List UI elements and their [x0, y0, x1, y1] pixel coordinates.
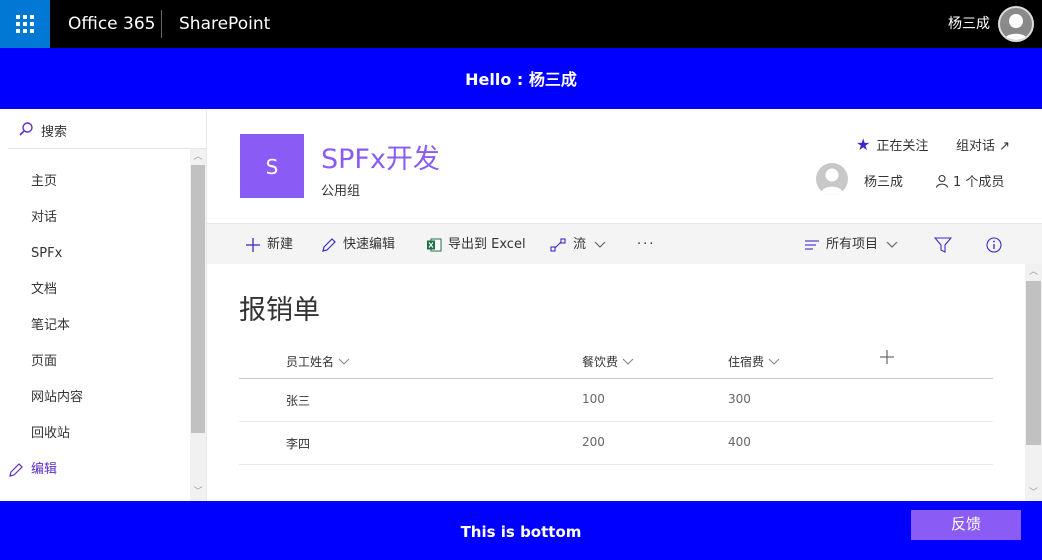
main-scrollbar[interactable]: ︿ ﹀ [1025, 264, 1042, 501]
feedback-button[interactable]: 反馈 [911, 510, 1021, 540]
pencil-icon [322, 237, 336, 252]
flow-icon [550, 237, 566, 252]
table-row[interactable]: 李四 200 400 [239, 422, 993, 465]
info-icon [986, 236, 1002, 253]
nav-edit-link[interactable]: 编辑 [0, 452, 190, 488]
follow-button[interactable]: ★ 正在关注 [856, 135, 928, 154]
bottom-banner: This is bottom 反馈 [0, 501, 1042, 560]
search-icon [19, 122, 33, 136]
new-label: 新建 [267, 237, 294, 252]
column-header-label: 员工姓名 [286, 355, 335, 369]
group-conversations-link[interactable]: 组对话 ↗ [956, 135, 1010, 154]
scroll-down-arrow-icon[interactable]: ﹀ [190, 485, 206, 499]
suite-divider [161, 10, 162, 38]
site-title[interactable]: SPFx开发 [321, 137, 440, 176]
site-logo[interactable]: S [240, 134, 304, 198]
info-button[interactable] [986, 224, 1008, 265]
new-button[interactable]: 新建 [245, 224, 293, 265]
scroll-down-arrow-icon[interactable]: ﹀ [1025, 486, 1042, 500]
member-avatar[interactable] [816, 163, 848, 195]
bottom-text: This is bottom [460, 523, 582, 541]
person-outline-icon [935, 174, 949, 188]
plus-icon [246, 237, 260, 252]
nav-item-pages[interactable]: 页面 [0, 344, 190, 380]
waffle-icon [16, 15, 34, 33]
nav-item-spfx[interactable]: SPFx [0, 236, 190, 272]
column-header-meal-cost[interactable]: 餐饮费 [582, 353, 634, 370]
main-scroll-thumb[interactable] [1026, 281, 1041, 445]
hello-banner: Hello : 杨三成 [0, 48, 1042, 109]
pencil-icon [9, 463, 23, 477]
office-365-link[interactable]: Office 365 [68, 0, 155, 48]
nav-item-home[interactable]: 主页 [0, 164, 190, 200]
sharepoint-link[interactable]: SharePoint [179, 0, 270, 48]
nav-scrollbar[interactable]: ︿ ﹀ [190, 149, 206, 501]
nav-edit-label: 编辑 [31, 462, 58, 477]
follow-label: 正在关注 [876, 139, 929, 154]
star-icon: ★ [856, 135, 871, 154]
nav-scroll-thumb[interactable] [191, 165, 205, 433]
nav-item-notebook[interactable]: 笔记本 [0, 308, 190, 344]
list-view-icon [805, 239, 819, 250]
member-count-button[interactable]: 1 个成员 [935, 171, 1004, 190]
search-box[interactable]: 搜索 [8, 109, 206, 149]
flow-label: 流 [573, 237, 587, 252]
site-subtitle: 公用组 [321, 184, 361, 199]
chevron-down-icon [622, 358, 634, 365]
column-header-label: 餐饮费 [582, 355, 619, 369]
cell-lodging-cost: 400 [728, 435, 751, 449]
column-header-employee-name[interactable]: 员工姓名 [286, 353, 350, 370]
filter-button[interactable] [934, 224, 958, 265]
list-view: 报销单 员工姓名 餐饮费 住宿费 张三 100 300 李四 200 400 [207, 264, 1025, 501]
member-count-label: 1 个成员 [953, 175, 1005, 190]
command-bar: 新建 快速编辑 导出到 Excel 流 ··· 所有项目 [207, 223, 1042, 264]
cell-employee-name[interactable]: 李四 [286, 435, 310, 452]
view-selector[interactable]: 所有项目 [804, 224, 904, 265]
column-header-label: 住宿费 [728, 355, 765, 369]
export-excel-label: 导出到 Excel [448, 237, 526, 252]
column-header-lodging-cost[interactable]: 住宿费 [728, 353, 780, 370]
cell-meal-cost: 100 [582, 392, 605, 406]
chevron-down-icon [768, 358, 780, 365]
user-avatar[interactable] [998, 6, 1034, 42]
app-launcher-button[interactable] [0, 0, 50, 48]
chevron-down-icon [886, 241, 898, 248]
list-header: 员工姓名 餐饮费 住宿费 [239, 350, 993, 379]
filter-icon [934, 236, 952, 253]
member-name[interactable]: 杨三成 [864, 171, 903, 190]
search-label: 搜索 [41, 125, 68, 140]
export-excel-button[interactable]: 导出到 Excel [426, 224, 526, 265]
chevron-down-icon [594, 241, 606, 248]
scroll-up-arrow-icon[interactable]: ︿ [1025, 265, 1042, 279]
suite-bar: Office 365 SharePoint 杨三成 [0, 0, 1042, 48]
list-title[interactable]: 报销单 [239, 288, 320, 327]
nav-item-recycle-bin[interactable]: 回收站 [0, 416, 190, 452]
person-icon [1003, 14, 1029, 40]
table-row[interactable]: 张三 100 300 [239, 379, 993, 422]
chevron-down-icon [338, 358, 350, 365]
person-icon [820, 168, 844, 195]
flow-button[interactable]: 流 [550, 224, 612, 265]
nav-item-conversations[interactable]: 对话 [0, 200, 190, 236]
scroll-up-arrow-icon[interactable]: ︿ [190, 150, 206, 164]
nav-list: 主页 对话 SPFx 文档 笔记本 页面 网站内容 回收站 编辑 [0, 164, 190, 488]
left-navigation: 搜索 主页 对话 SPFx 文档 笔记本 页面 网站内容 回收站 编辑 ︿ ﹀ [0, 109, 207, 501]
view-selector-label: 所有项目 [826, 237, 879, 252]
plus-icon [880, 350, 894, 364]
cell-meal-cost: 200 [582, 435, 605, 449]
excel-icon [427, 238, 442, 251]
cell-lodging-cost: 300 [728, 392, 751, 406]
nav-item-documents[interactable]: 文档 [0, 272, 190, 308]
suite-user-name[interactable]: 杨三成 [948, 0, 990, 48]
cell-employee-name[interactable]: 张三 [286, 392, 310, 409]
more-options-button[interactable]: ··· [637, 224, 655, 265]
add-column-button[interactable] [879, 346, 895, 370]
nav-item-site-contents[interactable]: 网站内容 [0, 380, 190, 416]
quick-edit-button[interactable]: 快速编辑 [321, 224, 395, 265]
quick-edit-label: 快速编辑 [343, 237, 396, 252]
